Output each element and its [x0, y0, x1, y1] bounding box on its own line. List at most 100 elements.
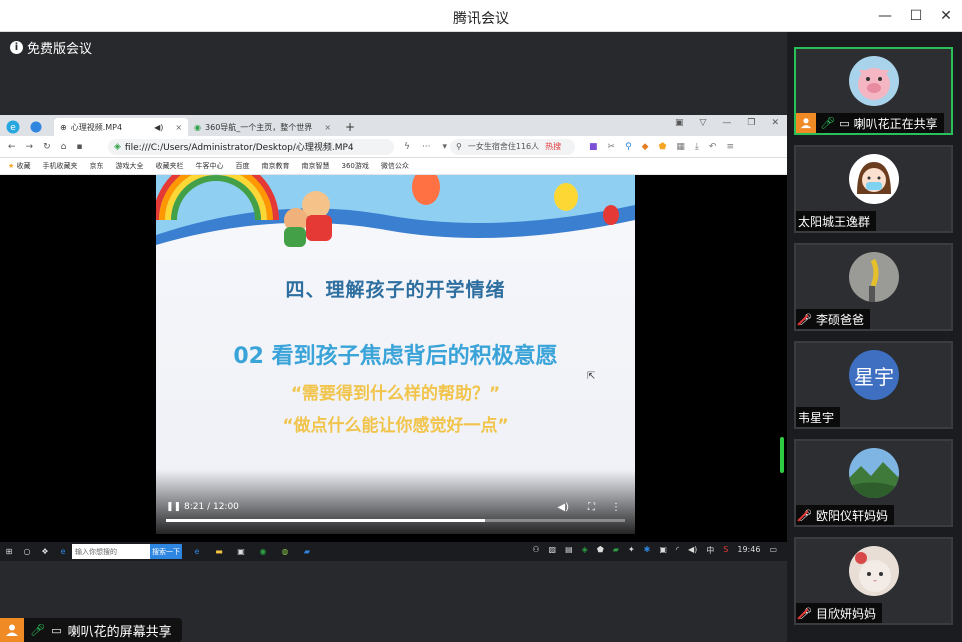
dropdown-icon[interactable]: ▾: [443, 142, 448, 152]
taskbar-search-input[interactable]: 输入你想搜的: [72, 544, 150, 559]
landscape-avatar: [849, 448, 899, 498]
tray-tool-icon[interactable]: ▣: [659, 545, 667, 556]
bookmark-item[interactable]: 微信公众: [381, 161, 409, 171]
fullscreen-icon[interactable]: ⛶: [588, 502, 595, 513]
cortana-icon[interactable]: ○: [18, 547, 36, 556]
bookmark-item[interactable]: 手机收藏夹: [43, 161, 78, 171]
bookmark-item[interactable]: 南京智慧: [302, 161, 330, 171]
taskbar-search-button[interactable]: 搜索一下: [150, 544, 182, 559]
tab-video[interactable]: ⊕ 心理视频.MP4 ◀) ×: [54, 118, 189, 136]
bookmark-item[interactable]: 360游戏: [342, 161, 369, 171]
tab-close-icon[interactable]: ×: [324, 123, 331, 132]
shield-ext-icon[interactable]: ⬟: [659, 142, 667, 152]
mouse-cursor-icon: ⇱: [587, 371, 596, 382]
clock[interactable]: 19:46: [737, 545, 760, 556]
cut-icon[interactable]: ✂: [608, 142, 616, 152]
task-view-icon[interactable]: ❖: [36, 547, 54, 556]
close-button[interactable]: ✕: [935, 6, 957, 26]
explorer-icon[interactable]: ▬: [210, 547, 228, 556]
participant-card[interactable]: 太阳城王逸群: [794, 145, 953, 233]
participant-card[interactable]: 星宇 韦星宇: [794, 341, 953, 429]
tab-360[interactable]: ◉ 360导航_一个主页，整个世界 ×: [188, 118, 337, 136]
bookmark-item[interactable]: 南京教育: [262, 161, 290, 171]
magnify-icon[interactable]: ⚲: [625, 142, 632, 152]
photo-app-icon[interactable]: ▣: [232, 547, 250, 556]
participant-nametag: 🎤︎ ▭ 喇叭花正在共享: [796, 113, 944, 133]
more-dots-icon[interactable]: ···: [422, 142, 431, 152]
menu-icon[interactable]: ≡: [726, 142, 734, 152]
participant-card[interactable]: 🎤︎ 李硕爸爸: [794, 243, 953, 331]
volume-tray-icon[interactable]: ◀): [688, 545, 697, 556]
tray-shield-icon[interactable]: ◈: [582, 545, 588, 556]
taskbar-search-placeholder: 输入你想搜的: [75, 547, 117, 556]
slide-title: 四、理解孩子的开学情绪: [285, 279, 506, 301]
360-browser-icon[interactable]: ◉: [254, 547, 272, 556]
pause-icon[interactable]: ❚❚: [166, 502, 181, 512]
start-icon[interactable]: ⊞: [0, 547, 18, 556]
tray-bluetooth-icon[interactable]: ✱: [644, 545, 651, 556]
edge-icon[interactable]: e: [54, 547, 72, 556]
media-icon[interactable]: ◍: [276, 547, 294, 556]
user-icon: [0, 618, 24, 642]
tray-green-icon[interactable]: ▰: [613, 545, 619, 556]
more-vertical-icon[interactable]: ⋮: [611, 502, 621, 513]
lightning-icon[interactable]: ϟ: [404, 142, 410, 152]
ie-icon[interactable]: e: [188, 547, 206, 556]
bookmark-item[interactable]: 收藏夹栏: [156, 161, 184, 171]
skin-icon[interactable]: ▽: [699, 118, 706, 128]
tab-video-label: 心理视频.MP4: [70, 122, 123, 132]
browser-close-icon[interactable]: ✕: [771, 118, 779, 128]
cat-avatar: [849, 546, 899, 596]
new-tab-button[interactable]: +: [337, 118, 363, 136]
tray-app-icon[interactable]: ▨: [549, 545, 557, 556]
participant-card[interactable]: 🎤︎ 欧阳仪轩妈妈: [794, 439, 953, 527]
scroll-indicator[interactable]: [780, 437, 784, 473]
search-icon: ⚲: [456, 142, 462, 151]
refresh-icon[interactable]: ↻: [43, 142, 51, 152]
participant-nametag: 🎤︎ 欧阳仪轩妈妈: [796, 505, 894, 525]
girl-avatar: [849, 154, 899, 204]
browser-restore-icon[interactable]: ❐: [747, 118, 755, 128]
browser-window-controls: ▣ ▽ — ❐ ✕: [675, 118, 779, 128]
tab-close-icon[interactable]: ×: [175, 123, 182, 132]
folder-icon[interactable]: ▪: [76, 142, 82, 152]
participant-card[interactable]: 🎤︎ 目欣妍妈妈: [794, 537, 953, 625]
bookmark-item[interactable]: 百度: [236, 161, 250, 171]
cartoon-banner-image: [156, 175, 635, 260]
browser-search-box[interactable]: ⚲ 一女生宿舍住116人 热搜: [450, 138, 575, 155]
participant-card[interactable]: 🎤︎ ▭ 喇叭花正在共享: [794, 47, 953, 135]
bookmark-item[interactable]: 牛客中心: [196, 161, 224, 171]
tool-icon[interactable]: ◆: [642, 142, 649, 152]
undo-icon[interactable]: ↶: [709, 142, 717, 152]
ime-icon[interactable]: 中: [706, 545, 714, 556]
volume-icon[interactable]: ◀): [557, 502, 569, 513]
progress-bar[interactable]: [166, 519, 625, 522]
bookmark-item[interactable]: ★ 收藏: [8, 161, 31, 171]
free-version-badge[interactable]: i 免费版会议: [10, 38, 92, 57]
banana-avatar: [849, 252, 899, 302]
tray-network-icon[interactable]: ✦: [628, 545, 635, 556]
text-avatar: 星宇: [849, 350, 899, 400]
bookmark-item[interactable]: 京东: [90, 161, 104, 171]
tab-list-icon[interactable]: ▣: [675, 118, 684, 128]
back-icon[interactable]: ←: [8, 142, 16, 152]
video-app-icon[interactable]: ▰: [298, 547, 316, 556]
home-icon[interactable]: ⌂: [61, 142, 67, 152]
tab-360-label: 360导航_一个主页，整个世界: [205, 122, 313, 132]
tray-security-icon[interactable]: ⬟: [597, 545, 604, 556]
minimize-button[interactable]: —: [874, 6, 896, 26]
maximize-button[interactable]: ☐: [905, 6, 927, 26]
wifi-icon[interactable]: ◜: [676, 545, 679, 556]
notification-icon[interactable]: ▭: [769, 545, 777, 556]
video-player[interactable]: 四、理解孩子的开学情绪 02 看到孩子焦虑背后的积极意愿 “需要得到什么样的帮助…: [0, 175, 787, 534]
sogou-icon[interactable]: S: [723, 545, 728, 556]
forward-icon[interactable]: →: [26, 142, 34, 152]
browser-minimize-icon[interactable]: —: [722, 118, 731, 128]
apps-icon[interactable]: ▦: [676, 142, 685, 152]
extension-icon[interactable]: ■: [589, 142, 598, 152]
tray-meeting-icon[interactable]: ▤: [565, 545, 573, 556]
url-field[interactable]: ◈ file:///C:/Users/Administrator/Desktop…: [108, 138, 394, 155]
bookmark-item[interactable]: 游戏大全: [116, 161, 144, 171]
download-icon[interactable]: ⤓: [695, 142, 699, 152]
people-icon[interactable]: ⚇: [532, 545, 539, 556]
